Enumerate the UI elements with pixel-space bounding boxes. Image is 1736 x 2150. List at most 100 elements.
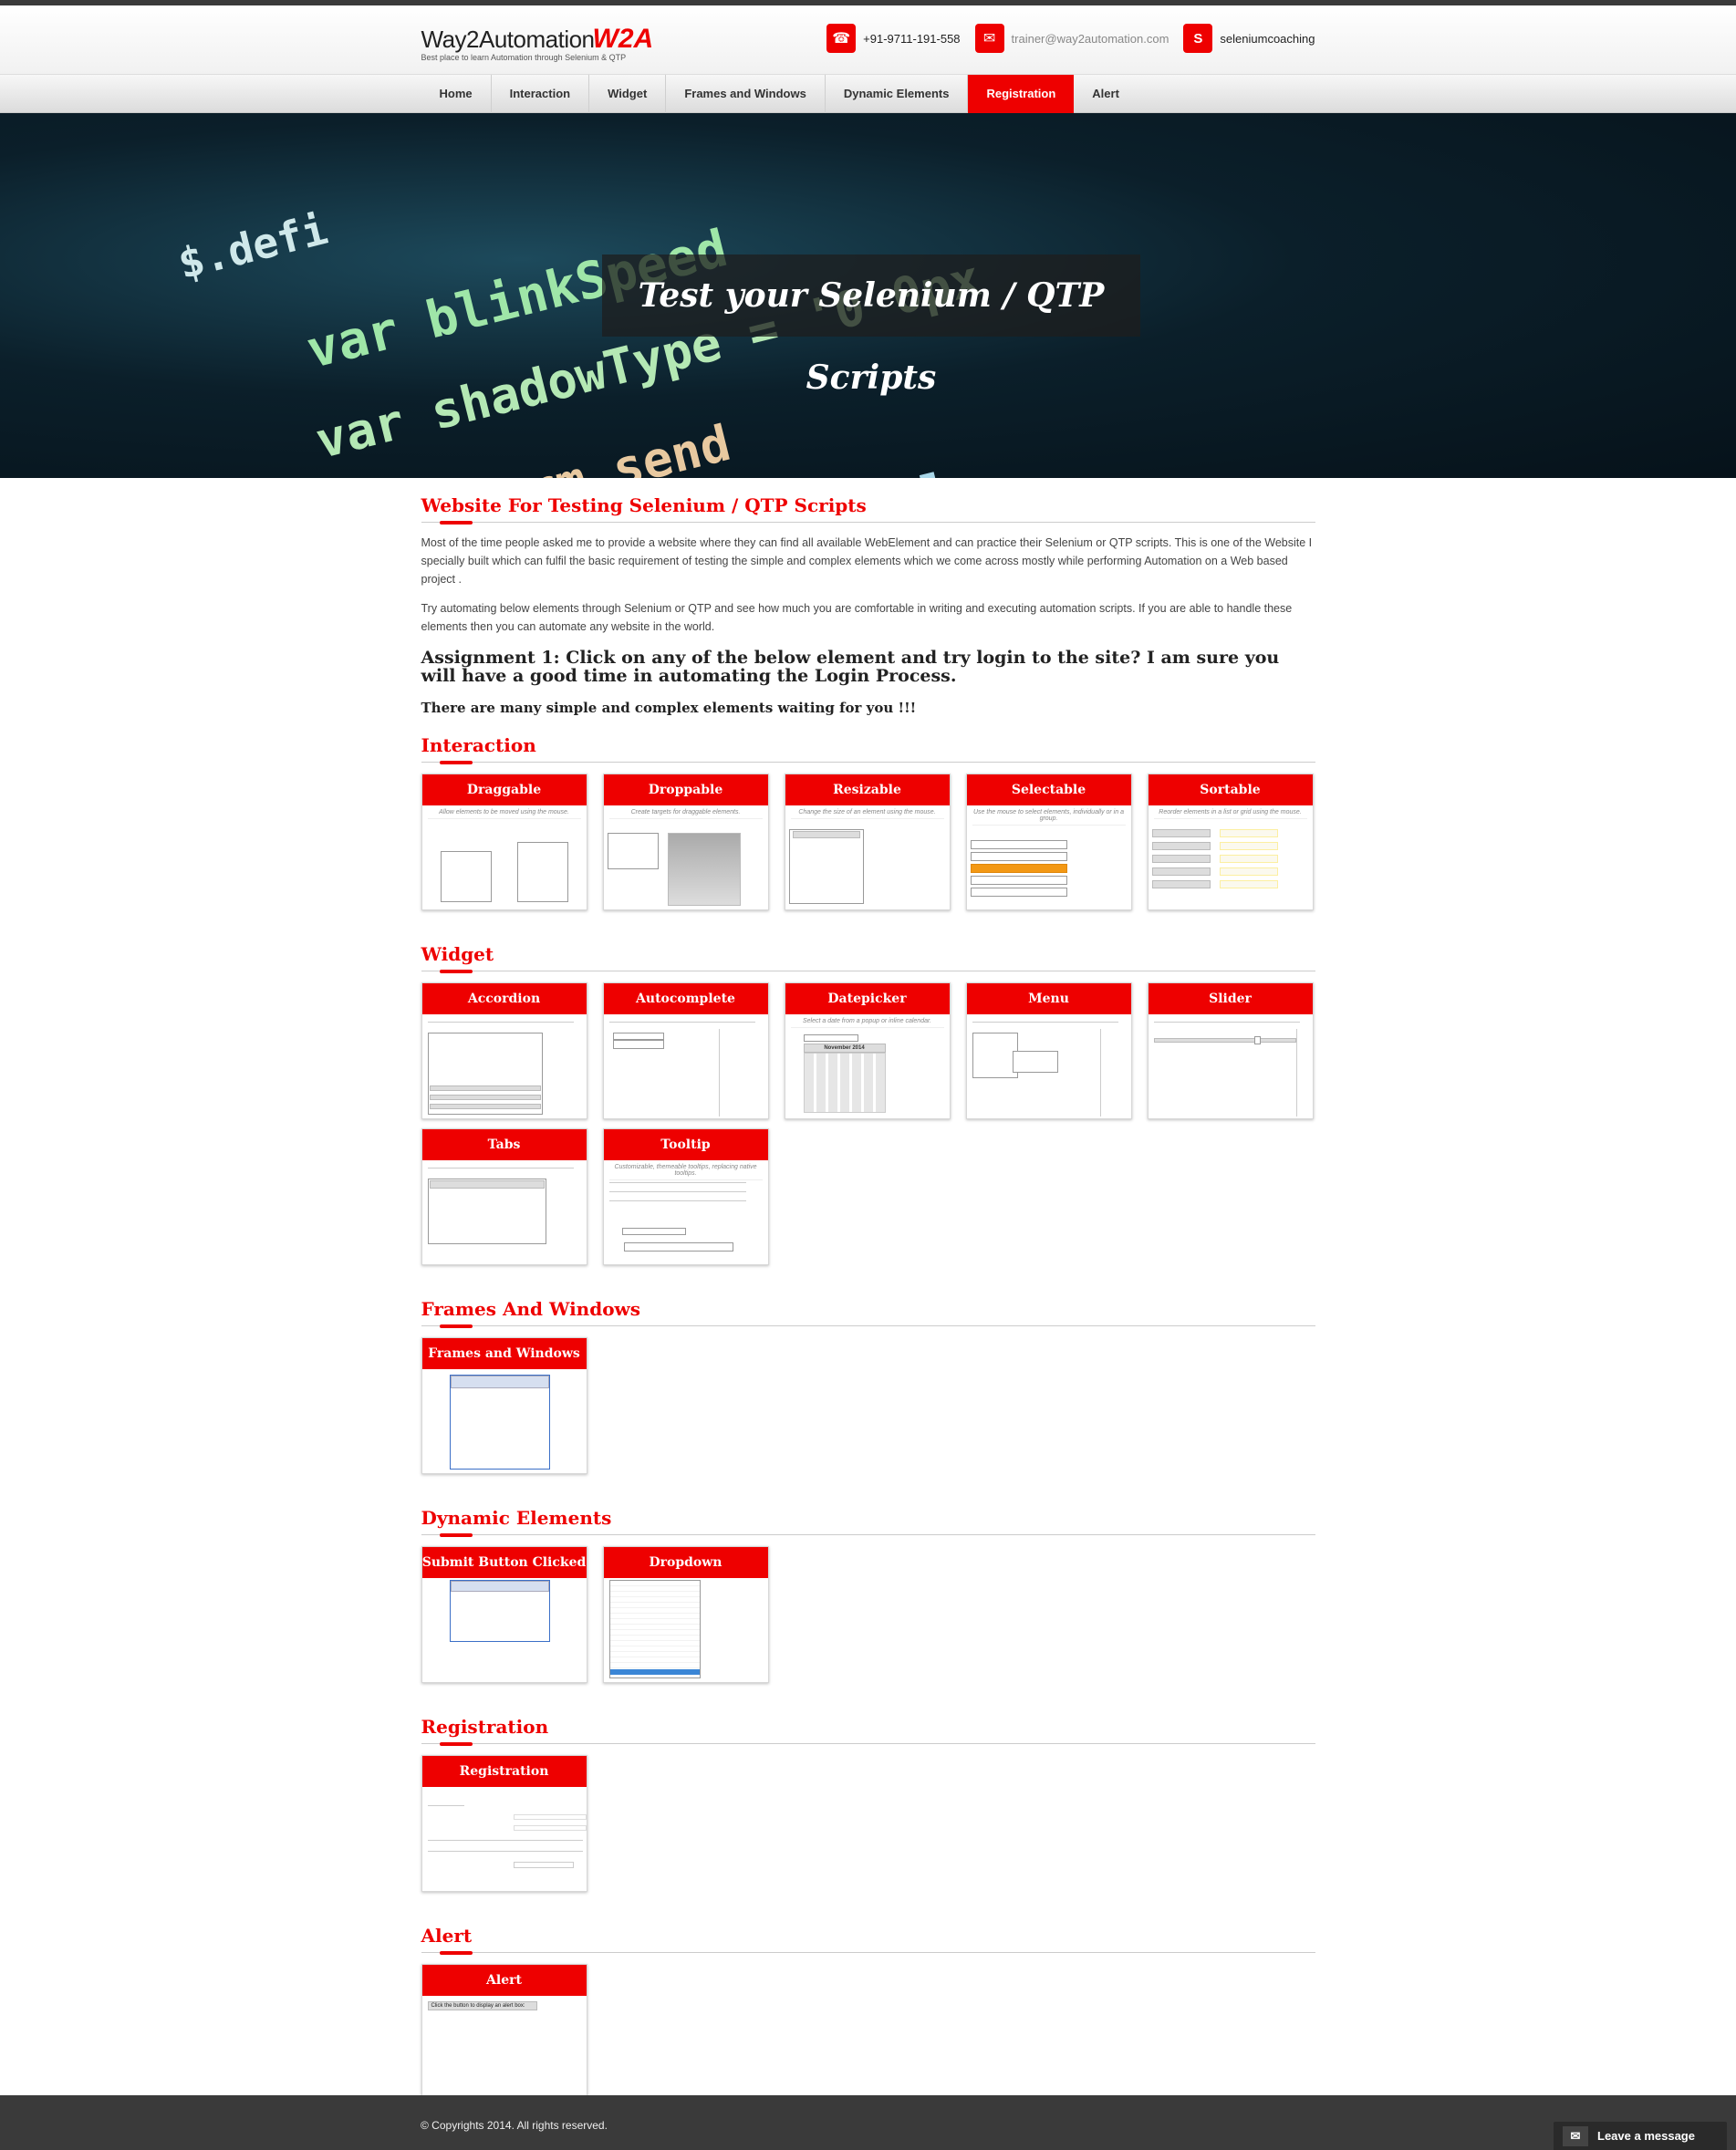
section-title-widget: Widget: [421, 943, 1315, 973]
card-title[interactable]: Tabs: [421, 1129, 587, 1160]
drag-box: [440, 851, 492, 902]
card-title[interactable]: Menu: [966, 983, 1131, 1014]
card-tooltip[interactable]: Tooltip Customizable, themeable tooltips…: [602, 1128, 769, 1265]
intro-heading: Website For Testing Selenium / QTP Scrip…: [421, 494, 1315, 525]
drag-box: [516, 842, 568, 902]
select-item: [970, 876, 1067, 885]
assignment-subtitle: There are many simple and complex elemen…: [421, 700, 917, 716]
nav-home[interactable]: Home: [421, 75, 492, 113]
resizable-box: [788, 829, 864, 904]
sort-item: [1219, 880, 1278, 888]
card-title[interactable]: Registration: [421, 1756, 587, 1787]
card-thumbnail: [1148, 1014, 1313, 1118]
main-nav: Home Interaction Widget Frames and Windo…: [0, 75, 1736, 113]
card-title[interactable]: Datepicker: [785, 983, 950, 1014]
card-title[interactable]: Accordion: [421, 983, 587, 1014]
autocomplete-input: [612, 1033, 664, 1040]
card-title[interactable]: Draggable: [421, 774, 587, 805]
logo-text: Way2Automation: [421, 26, 596, 53]
text-line: [608, 1182, 746, 1183]
card-datepicker[interactable]: Datepicker Select a date from a popup or…: [784, 982, 951, 1119]
text-line: [972, 1022, 1118, 1023]
drop-target: [667, 833, 741, 906]
submenu-list: [1012, 1051, 1058, 1073]
card-title[interactable]: Droppable: [603, 774, 768, 805]
card-title[interactable]: Autocomplete: [603, 983, 768, 1014]
interaction-grid: Draggable Allow elements to be moved usi…: [421, 774, 1315, 919]
nav-alert[interactable]: Alert: [1074, 75, 1138, 113]
card-draggable[interactable]: Draggable Allow elements to be moved usi…: [421, 774, 587, 910]
card-selectable[interactable]: Selectable Use the mouse to select eleme…: [965, 774, 1132, 910]
card-resizable[interactable]: Resizable Change the size of an element …: [784, 774, 951, 910]
card-thumbnail: Reorder elements in a list or grid using…: [1148, 805, 1313, 909]
email-link[interactable]: trainer@way2automation.com: [1012, 32, 1169, 46]
card-autocomplete[interactable]: Autocomplete: [602, 982, 769, 1119]
alert-trigger-button: Click the button to display an alert box…: [427, 2001, 537, 2010]
nav-widget[interactable]: Widget: [589, 75, 667, 113]
card-title[interactable]: Dropdown: [603, 1547, 768, 1578]
envelope-icon: ✉: [1563, 2125, 1588, 2146]
select-item-selected: [970, 864, 1067, 873]
card-menu[interactable]: Menu: [965, 982, 1132, 1119]
text-line: [427, 1851, 583, 1852]
card-title[interactable]: Slider: [1148, 983, 1313, 1014]
code-line: $.defi: [173, 203, 333, 289]
card-sortable[interactable]: Sortable Reorder elements in a list or g…: [1147, 774, 1314, 910]
card-title[interactable]: Resizable: [785, 774, 950, 805]
text-line: [608, 1191, 746, 1192]
card-thumbnail: Create targets for draggable elements.: [603, 805, 768, 909]
form-field: [513, 1814, 587, 1820]
text-line: [1153, 1022, 1300, 1023]
card-accordion[interactable]: Accordion: [421, 982, 587, 1119]
card-title[interactable]: Selectable: [966, 774, 1131, 805]
text-line: [427, 1840, 583, 1841]
accordion-header: [429, 1095, 541, 1100]
nav-registration[interactable]: Registration: [968, 75, 1075, 113]
leave-message-button[interactable]: ✉ Leave a message: [1554, 2122, 1727, 2150]
envelope-icon: ✉: [974, 24, 1004, 53]
card-description: Reorder elements in a list or grid using…: [1153, 809, 1307, 819]
email-contact[interactable]: ✉ trainer@way2automation.com: [974, 24, 1169, 53]
main-content: Website For Testing Selenium / QTP Scrip…: [421, 478, 1315, 2110]
card-submit-button-clicked[interactable]: Submit Button Clicked: [421, 1546, 587, 1683]
card-frames-and-windows[interactable]: Frames and Windows: [421, 1337, 587, 1474]
section-title-frames: Frames And Windows: [421, 1298, 1315, 1328]
sort-item: [1151, 829, 1211, 837]
nav-interaction[interactable]: Interaction: [492, 75, 590, 113]
card-alert[interactable]: Alert Click the button to display an ale…: [421, 1964, 587, 2101]
section-title-dynamic: Dynamic Elements: [421, 1507, 1315, 1537]
card-thumbnail: Customizable, themeable tooltips, replac…: [603, 1160, 768, 1264]
logo-mark: W2A: [592, 24, 654, 54]
card-title[interactable]: Sortable: [1148, 774, 1313, 805]
drag-box: [607, 833, 659, 869]
site-header: Way2AutomationW2A Best place to learn Au…: [0, 5, 1736, 75]
intro-paragraph-1: Most of the time people asked me to prov…: [421, 536, 1313, 586]
sort-item: [1151, 842, 1211, 850]
card-title[interactable]: Frames and Windows: [421, 1338, 587, 1369]
logo[interactable]: Way2AutomationW2A Best place to learn Au…: [421, 24, 654, 62]
skype-contact[interactable]: S seleniumcoaching: [1183, 24, 1315, 53]
text-line: [427, 1805, 464, 1806]
slider-track: [1153, 1038, 1296, 1043]
card-registration[interactable]: Registration: [421, 1755, 587, 1892]
calendar-grid: [803, 1053, 886, 1113]
card-title[interactable]: Alert: [421, 1965, 587, 1996]
tabs-header: [429, 1180, 545, 1189]
divider: [1099, 1029, 1101, 1117]
card-dropdown[interactable]: Dropdown: [602, 1546, 769, 1683]
sort-item: [1219, 855, 1278, 863]
card-tabs[interactable]: Tabs: [421, 1128, 587, 1265]
card-description: Create targets for draggable elements.: [608, 809, 763, 819]
card-slider[interactable]: Slider: [1147, 982, 1314, 1119]
site-footer: © Copyrights 2014. All rights reserved. …: [0, 2095, 1736, 2150]
phone-icon: ☎: [826, 24, 857, 53]
divider: [1295, 1029, 1297, 1117]
dropdown-list: [608, 1580, 701, 1678]
nav-dynamic-elements[interactable]: Dynamic Elements: [826, 75, 969, 113]
card-droppable[interactable]: Droppable Create targets for draggable e…: [602, 774, 769, 910]
sort-item: [1151, 880, 1211, 888]
card-title[interactable]: Tooltip: [603, 1129, 768, 1160]
card-title[interactable]: Submit Button Clicked: [421, 1547, 587, 1578]
nav-frames-and-windows[interactable]: Frames and Windows: [666, 75, 826, 113]
card-description: Select a date from a popup or inline cal…: [790, 1018, 944, 1028]
